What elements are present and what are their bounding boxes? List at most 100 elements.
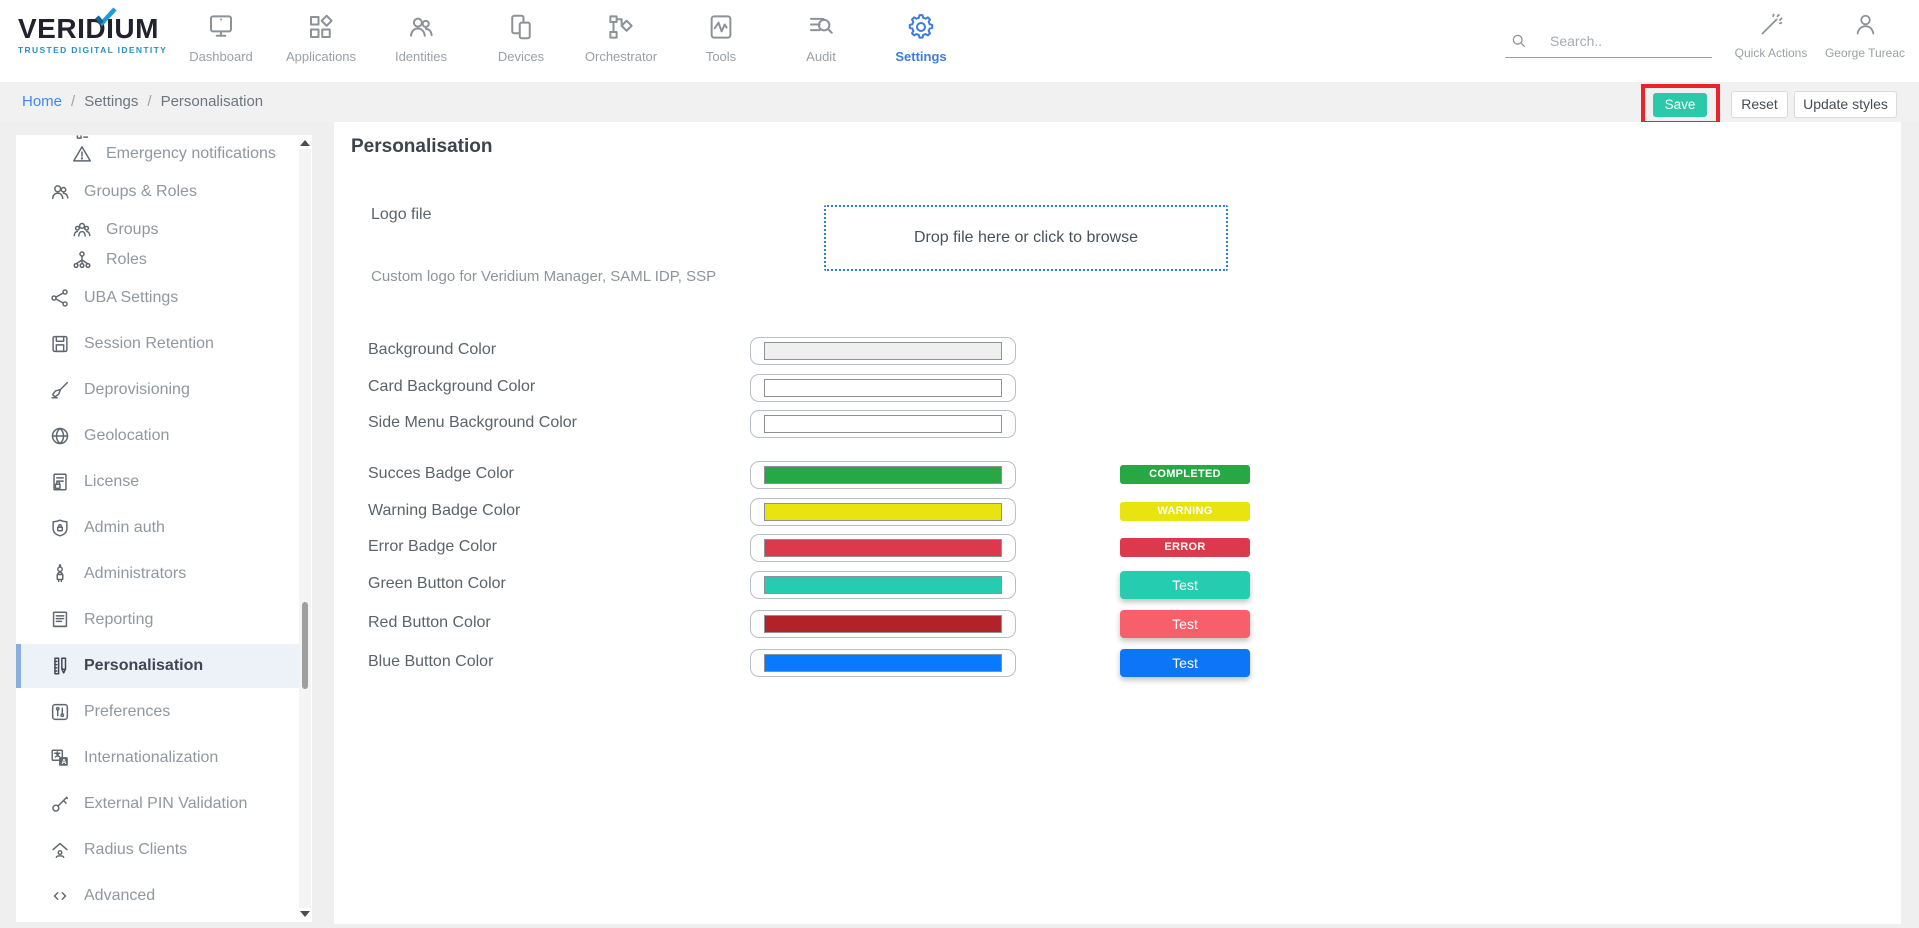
dropzone-text: Drop file here or click to browse	[914, 229, 1138, 247]
logo-check-icon	[94, 7, 118, 27]
side-menu-background-color-input[interactable]	[750, 410, 1016, 438]
field-label: Warning Badge Color	[368, 502, 520, 520]
field-row-red-button-color: Red Button Color Test	[334, 610, 1901, 638]
nav-label: Orchestrator	[571, 49, 671, 64]
sidebar-scrollbar-thumb[interactable]	[302, 602, 308, 689]
blue-button-color-input[interactable]	[750, 649, 1016, 677]
tools-icon	[706, 12, 736, 42]
sidebar-item-external-pin-validation[interactable]: External PIN Validation	[16, 789, 299, 819]
field-label: Red Button Color	[368, 614, 491, 632]
sliders-icon	[49, 701, 71, 723]
error-badge-preview: ERROR	[1120, 538, 1250, 557]
update-styles-button[interactable]: Update styles	[1794, 91, 1897, 118]
quick-actions-button[interactable]: Quick Actions	[1727, 11, 1815, 60]
warning-badge-color-input[interactable]	[750, 498, 1016, 526]
nav-label: Settings	[871, 49, 971, 64]
user-name: George Tureac	[1820, 46, 1910, 60]
warning-icon	[71, 143, 93, 165]
wand-icon	[1758, 11, 1785, 38]
orchestrator-icon	[606, 12, 636, 42]
sidebar-item-emergency-notifications[interactable]: Emergency notifications	[16, 139, 299, 169]
person-icon	[49, 563, 71, 585]
card-background-color-input[interactable]	[750, 374, 1016, 402]
green-button-color-input[interactable]	[750, 571, 1016, 599]
breadcrumb-home-link[interactable]: Home	[22, 93, 62, 110]
search-input[interactable]: Search..	[1505, 24, 1712, 58]
field-row-card-background-color: Card Background Color	[334, 374, 1901, 402]
color-swatch	[764, 654, 1002, 672]
nav-label: Identities	[371, 49, 471, 64]
scroll-up-arrow-icon[interactable]	[300, 140, 310, 146]
red-button-color-input[interactable]	[750, 610, 1016, 638]
nav-dashboard[interactable]: Dashboard	[171, 12, 271, 64]
blue-test-button[interactable]: Test	[1120, 649, 1250, 677]
veridium-logo[interactable]: VERIDIUM TRUSTED DIGITAL IDENTITY	[18, 14, 178, 55]
scroll-down-arrow-icon[interactable]	[300, 911, 310, 917]
shield-lock-icon	[49, 517, 71, 539]
gear-icon	[906, 12, 936, 42]
nav-label: Applications	[271, 49, 371, 64]
sidebar-item-groups-roles[interactable]: Groups & Roles	[16, 177, 299, 207]
color-swatch	[764, 379, 1002, 397]
share-icon	[49, 287, 71, 309]
nav-tools[interactable]: Tools	[671, 12, 771, 64]
user-menu[interactable]: George Tureac	[1820, 11, 1910, 60]
save-button[interactable]: Save	[1653, 93, 1707, 117]
reset-button[interactable]: Reset	[1731, 91, 1788, 118]
sidebar-item-geolocation[interactable]: Geolocation	[16, 421, 299, 451]
nav-settings[interactable]: Settings	[871, 12, 971, 64]
search-icon	[1509, 31, 1528, 50]
red-test-button[interactable]: Test	[1120, 610, 1250, 638]
sidebar-item-radius-clients[interactable]: Radius Clients	[16, 835, 299, 865]
breadcrumb: Home/Settings/Personalisation	[22, 82, 263, 122]
nav-audit[interactable]: Audit	[771, 12, 871, 64]
sidebar-item-preferences[interactable]: Preferences	[16, 697, 299, 727]
logo-dropzone[interactable]: Drop file here or click to browse	[824, 205, 1228, 271]
error-badge-color-input[interactable]	[750, 534, 1016, 562]
breadcrumb-separator: /	[71, 93, 75, 110]
sidebar-item-internationalization[interactable]: Internationalization	[16, 743, 299, 773]
nav-identities[interactable]: Identities	[371, 12, 471, 64]
field-label: Blue Button Color	[368, 653, 493, 671]
report-icon	[49, 609, 71, 631]
nav-label: Audit	[771, 49, 871, 64]
breadcrumb-settings[interactable]: Settings	[84, 93, 138, 110]
nav-orchestrator[interactable]: Orchestrator	[571, 12, 671, 64]
field-row-blue-button-color: Blue Button Color Test	[334, 649, 1901, 677]
settings-sidebar: Emergency notifications Groups & Roles G…	[16, 135, 312, 922]
logo-file-helper-text: Custom logo for Veridium Manager, SAML I…	[371, 268, 716, 285]
sidebar-item-admin-auth[interactable]: Admin auth	[16, 513, 299, 543]
background-color-input[interactable]	[750, 337, 1016, 365]
nav-label: Devices	[471, 49, 571, 64]
field-row-warning-badge-color: Warning Badge Color WARNING	[334, 498, 1901, 526]
sidebar-item-reporting[interactable]: Reporting	[16, 605, 299, 635]
monitor-icon	[206, 12, 236, 42]
translate-icon	[49, 747, 71, 769]
sidebar-item-license[interactable]: License	[16, 467, 299, 497]
user-icon	[1852, 11, 1879, 38]
color-swatch	[764, 615, 1002, 633]
sidebar-item-groups[interactable]: Groups	[16, 215, 299, 245]
sidebar-item-roles[interactable]: Roles	[16, 245, 299, 275]
breadcrumb-bar: Home/Settings/Personalisation	[0, 82, 1919, 122]
nav-applications[interactable]: Applications	[271, 12, 371, 64]
sidebar-item-administrators[interactable]: Administrators	[16, 559, 299, 589]
green-test-button[interactable]: Test	[1120, 571, 1250, 599]
sidebar-item-advanced[interactable]: Advanced	[16, 881, 299, 911]
sidebar-item-personalisation[interactable]: Personalisation	[16, 644, 299, 688]
sidebar-item-deprovisioning[interactable]: Deprovisioning	[16, 375, 299, 405]
sidebar-item-session-retention[interactable]: Session Retention	[16, 329, 299, 359]
broom-icon	[49, 379, 71, 401]
logo-tagline: TRUSTED DIGITAL IDENTITY	[18, 45, 178, 55]
field-label: Card Background Color	[368, 378, 535, 396]
color-swatch	[764, 539, 1002, 557]
sidebar-scrollbar-track[interactable]	[299, 149, 311, 908]
nav-label: Tools	[671, 49, 771, 64]
nav-devices[interactable]: Devices	[471, 12, 571, 64]
success-badge-color-input[interactable]	[750, 461, 1016, 489]
field-row-green-button-color: Green Button Color Test	[334, 571, 1901, 599]
sidebar-item-uba-settings[interactable]: UBA Settings	[16, 283, 299, 313]
color-swatch	[764, 576, 1002, 594]
field-row-error-badge-color: Error Badge Color ERROR	[334, 534, 1901, 562]
users-icon	[49, 181, 71, 203]
